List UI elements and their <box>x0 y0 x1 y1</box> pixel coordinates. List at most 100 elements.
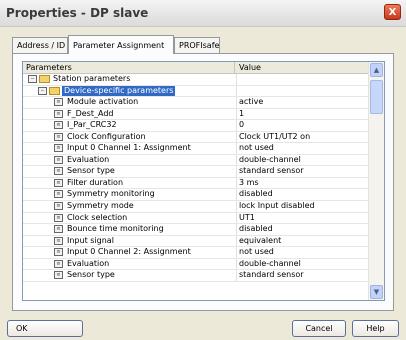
collapse-icon[interactable]: − <box>28 75 37 83</box>
table-row[interactable]: ≡ Evaluation double-channel <box>23 154 370 167</box>
parameter-value[interactable]: 1 <box>239 109 244 119</box>
tab-address-id[interactable]: Address / ID <box>12 37 68 53</box>
parameter-value[interactable]: double-channel <box>239 155 301 165</box>
table-row[interactable]: ≡ Input signal equivalent <box>23 235 370 248</box>
parameter-name: F_Dest_Add <box>67 108 114 118</box>
parameter-value[interactable]: standard sensor <box>239 166 304 176</box>
close-button[interactable]: X <box>384 4 401 20</box>
parameter-icon: ≡ <box>54 259 63 268</box>
param-cell: ≡ Sensor type <box>23 166 237 177</box>
device-label: Device-specific parameters <box>62 85 176 96</box>
param-cell: ≡ Clock selection <box>23 212 237 224</box>
scroll-up-icon[interactable]: ▲ <box>370 63 383 77</box>
parameter-value[interactable]: active <box>239 97 263 107</box>
parameter-name: I_Par_CRC32 <box>67 120 117 130</box>
table-row[interactable]: ≡ Bounce time monitoring disabled <box>23 224 370 236</box>
param-cell: ≡ Evaluation <box>23 154 237 166</box>
parameter-value[interactable]: disabled <box>239 189 273 199</box>
parameter-icon: ≡ <box>54 155 63 164</box>
parameter-value[interactable]: 0 <box>239 120 244 130</box>
parameter-name: Input 0 Channel 2: Assignment <box>67 247 191 257</box>
parameter-name: Input signal <box>67 235 114 245</box>
window-title: Properties - DP slave <box>6 6 149 20</box>
vertical-scrollbar[interactable]: ▲ ▼ <box>368 62 384 300</box>
table-row[interactable]: ≡ Sensor type standard sensor <box>23 166 370 178</box>
table-row[interactable]: ≡ Clock Configuration Clock UT1/UT2 on <box>23 131 370 144</box>
parameter-icon: ≡ <box>54 98 63 107</box>
table-row[interactable]: ≡ I_Par_CRC32 0 <box>23 120 370 132</box>
param-cell: ≡ Input 0 Channel 1: Assignment <box>23 143 237 154</box>
ok-button[interactable]: OK <box>7 320 83 337</box>
param-cell: ≡ Bounce time monitoring <box>23 224 237 235</box>
table-row-device[interactable]: − Device-specific parameters <box>23 85 370 98</box>
cancel-button[interactable]: Cancel <box>292 320 346 337</box>
param-cell: ≡ Evaluation <box>23 258 237 270</box>
parameter-value[interactable]: lock Input disabled <box>239 201 315 211</box>
parameter-icon: ≡ <box>54 271 63 280</box>
table-header: Parameters Value <box>23 62 370 74</box>
table-row[interactable]: ≡ Evaluation double-channel <box>23 258 370 271</box>
parameter-icon: ≡ <box>54 225 63 234</box>
table-row[interactable]: ≡ Module activation active <box>23 97 370 109</box>
parameter-icon: ≡ <box>54 167 63 176</box>
param-cell: − Device-specific parameters <box>23 85 237 97</box>
scroll-down-icon[interactable]: ▼ <box>370 285 383 299</box>
tab-parameter-assignment[interactable]: Parameter Assignment <box>68 35 174 54</box>
folder-icon <box>39 75 50 83</box>
parameter-value[interactable]: disabled <box>239 224 273 234</box>
table-row[interactable]: ≡ F_Dest_Add 1 <box>23 108 370 121</box>
parameter-value[interactable]: 3 ms <box>239 178 259 188</box>
parameter-name: Module activation <box>67 97 139 107</box>
parameter-name: Symmetry mode <box>67 201 134 211</box>
help-button[interactable]: Help <box>352 320 399 337</box>
parameter-name: Clock selection <box>67 212 128 222</box>
parameter-value[interactable]: double-channel <box>239 259 301 269</box>
parameter-name: Sensor type <box>67 166 115 176</box>
param-cell: ≡ Module activation <box>23 97 237 108</box>
table-row[interactable]: ≡ Symmetry mode lock Input disabled <box>23 201 370 213</box>
parameter-name: Bounce time monitoring <box>67 224 164 234</box>
table-body: − Station parameters − Device-specific p… <box>23 74 370 282</box>
parameter-icon: ≡ <box>54 236 63 245</box>
parameter-icon: ≡ <box>54 121 63 130</box>
table-row[interactable]: ≡ Filter duration 3 ms <box>23 177 370 190</box>
column-header-value[interactable]: Value <box>236 62 261 73</box>
parameter-value[interactable]: standard sensor <box>239 270 304 280</box>
title-bar: Properties - DP slave X <box>0 0 406 27</box>
table-row[interactable]: ≡ Sensor type standard sensor <box>23 270 370 282</box>
table-row[interactable]: ≡ Symmetry monitoring disabled <box>23 189 370 202</box>
parameter-value[interactable]: not used <box>239 247 274 257</box>
folder-icon <box>49 86 60 95</box>
parameter-table: Parameters Value − Station parameters − … <box>22 61 385 301</box>
param-cell: − Station parameters <box>23 74 237 85</box>
table-row[interactable]: ≡ Input 0 Channel 1: Assignment not used <box>23 143 370 155</box>
table-row[interactable]: ≡ Input 0 Channel 2: Assignment not used <box>23 247 370 259</box>
parameter-name: Input 0 Channel 1: Assignment <box>67 143 191 153</box>
parameter-icon: ≡ <box>54 144 63 153</box>
parameter-icon: ≡ <box>54 213 63 222</box>
parameter-icon: ≡ <box>54 132 63 141</box>
parameter-name: Evaluation <box>67 258 110 268</box>
tab-profisafe[interactable]: PROFIsafe <box>174 37 220 53</box>
parameter-value[interactable]: not used <box>239 143 274 153</box>
param-cell: ≡ Symmetry monitoring <box>23 189 237 201</box>
parameter-icon: ≡ <box>54 248 63 257</box>
parameter-name: Clock Configuration <box>67 131 146 141</box>
station-label: Station parameters <box>53 74 131 83</box>
parameter-value[interactable]: UT1 <box>239 213 255 223</box>
param-cell: ≡ Symmetry mode <box>23 201 237 212</box>
parameter-value[interactable]: Clock UT1/UT2 on <box>239 132 310 142</box>
parameter-icon: ≡ <box>54 178 63 187</box>
param-cell: ≡ F_Dest_Add <box>23 108 237 120</box>
column-header-parameters[interactable]: Parameters <box>23 62 235 73</box>
parameter-name: Evaluation <box>67 154 110 164</box>
collapse-icon[interactable]: − <box>38 86 47 95</box>
param-cell: ≡ Input 0 Channel 2: Assignment <box>23 247 237 258</box>
parameter-value[interactable]: equivalent <box>239 236 281 246</box>
scroll-thumb[interactable] <box>370 80 383 114</box>
table-row[interactable]: ≡ Clock selection UT1 <box>23 212 370 225</box>
param-cell: ≡ I_Par_CRC32 <box>23 120 237 131</box>
parameter-name: Symmetry monitoring <box>67 189 155 199</box>
parameter-name: Filter duration <box>67 177 124 187</box>
table-row-station[interactable]: − Station parameters <box>23 74 370 86</box>
